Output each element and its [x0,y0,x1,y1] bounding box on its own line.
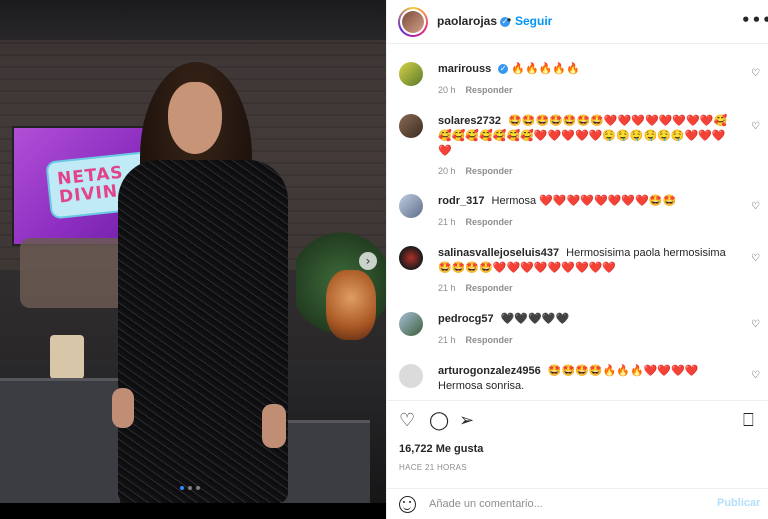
comment-input[interactable] [429,495,699,513]
woman-face [168,82,222,154]
comment-meta: 20 h Responder [438,166,513,176]
comment-body: Hermosa ❤️❤️❤️❤️❤️❤️❤️❤️🤩🤩 [491,195,677,207]
bookmark-icon[interactable]: ⎕ [743,411,763,431]
author-username-text[interactable]: paolarojas [437,14,497,28]
header-separator: • [507,13,512,27]
comment-meta: 21 h Responder [438,283,513,293]
comment-text: rodr_317 Hermosa ❤️❤️❤️❤️❤️❤️❤️❤️🤩🤩 [438,194,738,209]
comment-body: 🔥🔥🔥🔥🔥 [511,63,580,75]
author-avatar[interactable] [402,11,424,33]
post-image[interactable]: NETAS DIVINAS › [0,0,386,503]
comment-text: marirouss ✓ 🔥🔥🔥🔥🔥 [438,62,738,77]
post-sidebar: paolarojas✓ • Seguir ••• marirouss ✓ 🔥🔥🔥🔥… [386,0,768,519]
commenter-username[interactable]: pedrocg57 [438,313,494,325]
studio-table-left [0,378,120,503]
comment-time: 20 h [438,85,456,95]
comment-meta: 21 h Responder [438,217,513,227]
comment-like-heart-icon[interactable]: ♡ [751,254,761,264]
comment-text: pedrocg57 🖤🖤🖤🖤🖤 [438,312,738,327]
commenter-avatar[interactable] [399,312,423,336]
studio-lamp [326,270,376,340]
comment-time: 21 h [438,335,456,345]
emoji-picker-icon[interactable] [399,496,416,513]
comment-composer: Publicar [387,488,768,519]
woman-hand-left [112,388,134,428]
woman-hand-right [262,404,286,448]
comment-time: 20 h [438,166,456,176]
studio-chair [20,238,130,308]
comment-time: 21 h [438,283,456,293]
comment-text: solares2732 🤩🤩🤩🤩🤩🤩🤩❤️❤️❤️❤️❤️❤️❤️❤️🥰🥰🥰🥰🥰… [438,114,738,159]
carousel-dots [180,486,200,490]
comment-text: salinasvallejoseluis437 Hermosisima paol… [438,246,738,276]
likes-count[interactable]: 16,722 Me gusta [399,443,483,455]
comment-meta: 20 h Responder [438,85,513,95]
post-modal: NETAS DIVINAS › paolarojas ✓ • Seguir ••… [0,0,768,519]
commenter-username[interactable]: salinasvallejoseluis437 [438,247,559,259]
follow-button[interactable]: Seguir [515,14,552,28]
comment-bubble-icon[interactable]: ◯ [429,411,449,431]
reply-button[interactable]: Responder [466,85,513,95]
commenter-avatar[interactable] [399,364,423,388]
comment-like-heart-icon[interactable]: ♡ [751,320,761,330]
post-header: paolarojas✓ • Seguir ••• [387,0,768,44]
commenter-avatar[interactable] [399,194,423,218]
comment-like-heart-icon[interactable]: ♡ [751,202,761,212]
comment-like-heart-icon[interactable]: ♡ [751,69,761,79]
commenter-username[interactable]: solares2732 [438,115,501,127]
post-actions: ♡ ◯ ➢ ⎕ 16,722 Me gusta HACE 21 HORAS [387,400,768,488]
commenter-avatar[interactable] [399,62,423,86]
carousel-dot [180,486,184,490]
reply-button[interactable]: Responder [466,217,513,227]
reply-button[interactable]: Responder [466,283,513,293]
comments-list[interactable]: marirouss ✓ 🔥🔥🔥🔥🔥 20 h Responder ♡ solares… [387,44,768,400]
post-timestamp[interactable]: HACE 21 HORAS [399,463,467,472]
publish-button[interactable]: Publicar [717,497,760,509]
commenter-username[interactable]: arturogonzalez4956 [438,365,541,377]
commenter-username[interactable]: rodr_317 [438,195,484,207]
commenter-username[interactable]: marirouss [438,63,491,75]
comment-time: 21 h [438,217,456,227]
comment-like-heart-icon[interactable]: ♡ [751,122,761,132]
comment-like-heart-icon[interactable]: ♡ [751,371,761,381]
carousel-next-button[interactable]: › [359,252,377,270]
author-username[interactable]: paolarojas ✓ [437,14,511,28]
comment-meta: 21 h Responder [438,335,513,345]
verified-badge-icon: ✓ [498,64,509,75]
carousel-dot [188,486,192,490]
more-options-icon[interactable]: ••• [741,11,768,29]
share-paper-plane-icon[interactable]: ➢ [459,411,479,431]
woman-sequin-outfit [118,160,288,503]
like-heart-icon[interactable]: ♡ [399,411,419,431]
carousel-dot [196,486,200,490]
reply-button[interactable]: Responder [466,166,513,176]
reply-button[interactable]: Responder [466,335,513,345]
studio-stool [50,335,84,379]
commenter-avatar[interactable] [399,246,423,270]
commenter-avatar[interactable] [399,114,423,138]
comment-text: arturogonzalez4956 🤩🤩🤩🤩🔥🔥🔥❤️❤️❤️❤️ Hermo… [438,364,738,394]
comment-body: 🖤🖤🖤🖤🖤 [500,313,570,325]
